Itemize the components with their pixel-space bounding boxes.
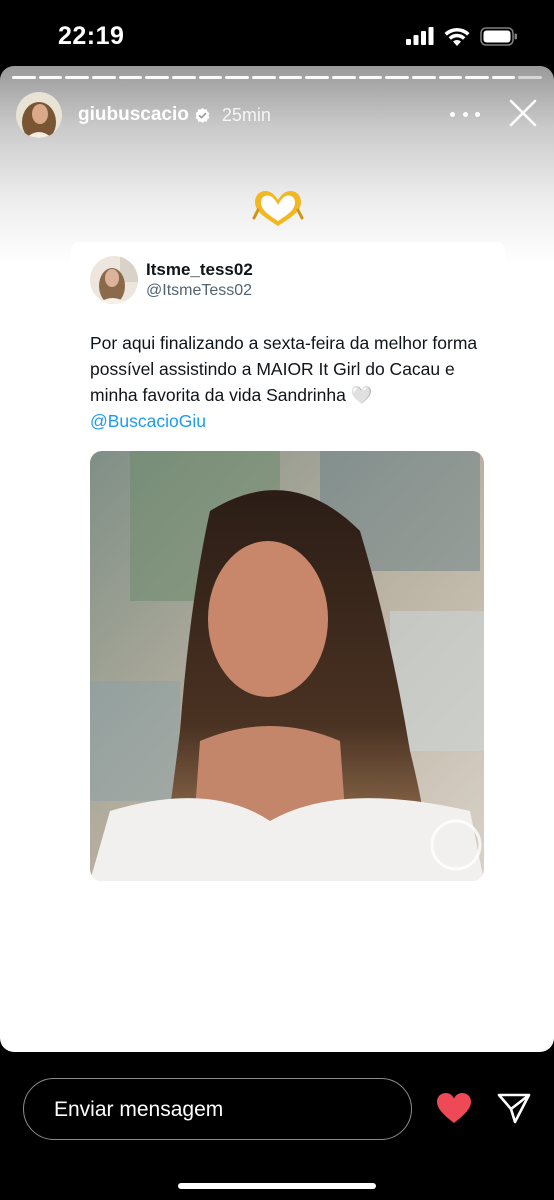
send-message-placeholder: Enviar mensagem <box>54 1098 224 1121</box>
status-bar: 22:19 <box>0 0 554 66</box>
story-progress-segment <box>118 76 143 79</box>
story-progress-segment <box>91 76 116 79</box>
story-header: giubuscacio 25min <box>16 92 538 138</box>
story-progress-segment <box>358 76 383 79</box>
close-icon[interactable] <box>508 98 538 128</box>
story-progress-segment <box>198 76 223 79</box>
wifi-icon <box>444 27 470 46</box>
story-progress-segment <box>438 76 463 79</box>
story-progress-segment <box>518 76 543 79</box>
tweet-author-avatar <box>90 256 138 304</box>
author-avatar[interactable] <box>16 92 62 138</box>
heart-hands-sticker[interactable] <box>252 190 304 230</box>
story-progress-segment <box>171 76 196 79</box>
story-progress-segment <box>278 76 303 79</box>
story-progress-segment <box>38 76 63 79</box>
tweet-handle: @ItsmeTess02 <box>146 282 253 299</box>
story-progress-segment <box>145 76 169 79</box>
story-viewer[interactable]: giubuscacio 25min Itsme_tess02 @ItsmeTes… <box>0 66 554 1052</box>
story-progress-segment <box>225 76 249 79</box>
story-progress-segment <box>12 76 36 79</box>
tweet-text: Por aqui finalizando a sexta-feira da me… <box>90 333 478 405</box>
status-time: 22:19 <box>58 22 125 50</box>
send-direct-icon[interactable] <box>497 1092 531 1124</box>
story-progress-segment <box>305 76 329 79</box>
cellular-signal-icon <box>406 27 434 45</box>
status-icons <box>406 25 518 47</box>
battery-icon <box>480 26 517 46</box>
verified-badge-icon <box>195 107 210 123</box>
tweet-photo <box>90 451 484 881</box>
story-progress-segment <box>385 76 409 79</box>
tweet-card[interactable]: Itsme_tess02 @ItsmeTess02 Por aqui final… <box>70 242 506 902</box>
story-progress-segment <box>65 76 89 79</box>
post-time: 25min <box>221 104 271 125</box>
story-progress-segment <box>251 76 276 79</box>
story-progress-segment <box>491 76 516 79</box>
tweet-mention-link[interactable]: @BuscacioGiu <box>90 408 500 434</box>
story-progress-segment <box>331 76 356 79</box>
story-progress-segment <box>411 76 436 79</box>
tweet-text-block: Por aqui finalizando a sexta-feira da me… <box>90 330 500 434</box>
like-heart-icon[interactable] <box>436 1092 472 1124</box>
story-progress-segment <box>465 76 489 79</box>
author-username[interactable]: giubuscacio <box>78 104 189 126</box>
story-progress-bar <box>12 76 543 79</box>
more-options-icon[interactable] <box>450 104 480 124</box>
send-message-input[interactable]: Enviar mensagem <box>23 1078 412 1140</box>
home-indicator <box>178 1183 376 1189</box>
tweet-display-name: Itsme_tess02 <box>146 260 253 279</box>
